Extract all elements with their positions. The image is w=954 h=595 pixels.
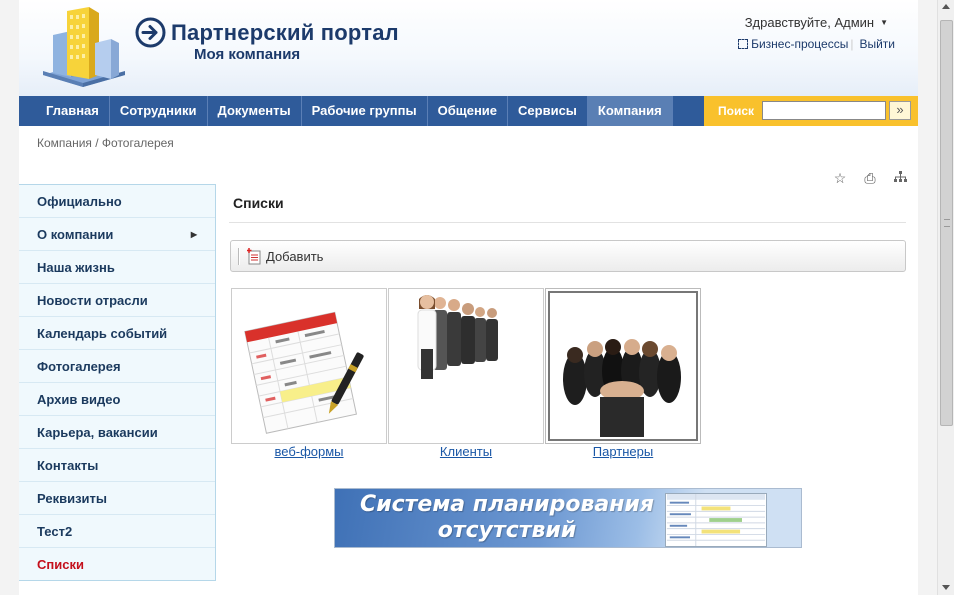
absence-planning-banner[interactable]: Система планирования отсутствий (334, 488, 802, 548)
nav-item-documents[interactable]: Документы (208, 96, 302, 126)
nav-menu: Главная Сотрудники Документы Рабочие гру… (36, 96, 673, 126)
gallery-caption-partners[interactable]: Партнеры (545, 444, 701, 459)
sidebar-item-label: Контакты (37, 458, 99, 473)
toolbar-grip (238, 248, 240, 265)
schedule-grid-graphic (665, 493, 767, 547)
gallery-item-partners[interactable] (545, 288, 701, 444)
partners-image (563, 339, 681, 437)
search-input[interactable] (762, 101, 886, 120)
page-tools: ☆ ⎙ (832, 170, 908, 187)
sidebar-item-test2[interactable]: Тест2 (19, 515, 215, 548)
scroll-up-icon[interactable] (942, 4, 950, 9)
search-button[interactable]: » (889, 101, 911, 120)
header: Партнерский портал Моя компания Здравств… (19, 0, 918, 96)
sidebar-item-label: О компании (37, 227, 114, 242)
portal-title: Партнерский портал (171, 20, 399, 45)
gallery-caption-clients[interactable]: Клиенты (388, 444, 544, 459)
nav-item-workgroups[interactable]: Рабочие группы (302, 96, 428, 126)
portal-logo[interactable] (39, 5, 127, 87)
star-icon[interactable]: ☆ (832, 170, 848, 187)
chevron-right-icon: ▶ (190, 230, 197, 239)
sidebar-item-industry-news[interactable]: Новости отрасли (19, 284, 215, 317)
sidebar-item-about[interactable]: О компании ▶ (19, 218, 215, 251)
scroll-down-icon[interactable] (942, 585, 950, 590)
user-menu[interactable]: Здравствуйте, Админ ▼ (745, 15, 888, 30)
sidebar-menu: Официально О компании ▶ Наша жизнь Новост… (19, 184, 216, 581)
scroll-thumb[interactable] (940, 20, 953, 426)
scroll-grip (944, 219, 950, 227)
sidebar-item-label: Тест2 (37, 524, 73, 539)
caret-down-icon: ▼ (880, 18, 888, 27)
sidebar-item-careers[interactable]: Карьера, вакансии (19, 416, 215, 449)
sidebar-item-label: Архив видео (37, 392, 121, 407)
nav-item-communication[interactable]: Общение (428, 96, 509, 126)
sidebar-item-video-archive[interactable]: Архив видео (19, 383, 215, 416)
search-label: Поиск (718, 104, 755, 118)
sidebar-item-lists[interactable]: Списки (19, 548, 215, 581)
gallery-item-clients[interactable] (388, 288, 544, 444)
vertical-scrollbar[interactable] (937, 0, 954, 595)
business-processes-link[interactable]: Бизнес-процессы (751, 37, 848, 51)
sidebar-item-label: Наша жизнь (37, 260, 115, 275)
sidebar-item-label: Фотогалерея (37, 359, 121, 374)
page: Партнерский портал Моя компания Здравств… (19, 0, 918, 595)
breadcrumb: Компания / Фотогалерея (37, 136, 174, 150)
nav-item-home[interactable]: Главная (36, 96, 110, 126)
sidebar-item-label: Новости отрасли (37, 293, 148, 308)
banner-line-1: Система планирования (360, 492, 654, 517)
greeting-text: Здравствуйте, Админ (744, 15, 875, 30)
page-title: Списки (233, 195, 284, 211)
nav-item-company[interactable]: Компания (587, 96, 673, 126)
selected-frame (548, 291, 698, 441)
sidebar-item-label: Календарь событий (37, 326, 168, 341)
sidebar-item-label: Официально (37, 194, 122, 209)
arrow-circle-icon (135, 17, 166, 48)
sitemap-icon[interactable] (892, 170, 908, 187)
gallery-item-webforms[interactable] (231, 288, 387, 444)
sidebar-item-label: Карьера, вакансии (37, 425, 158, 440)
banner-text: Система планирования отсутствий (357, 492, 657, 544)
add-document-icon (247, 248, 261, 265)
nav-item-services[interactable]: Сервисы (508, 96, 588, 126)
banner-line-2: отсутствий (437, 518, 577, 543)
sidebar-item-our-life[interactable]: Наша жизнь (19, 251, 215, 284)
logout-link[interactable]: Выйти (859, 37, 895, 51)
nav-item-employees[interactable]: Сотрудники (110, 96, 208, 126)
add-button-label: Добавить (266, 249, 324, 264)
clients-image (417, 295, 498, 379)
business-process-icon (738, 39, 749, 49)
search-box: Поиск » (704, 96, 918, 126)
link-divider: | (850, 37, 854, 51)
sidebar-item-label: Реквизиты (37, 491, 107, 506)
sidebar-item-contacts[interactable]: Контакты (19, 449, 215, 482)
header-links: Бизнес-процессы | Выйти (738, 37, 895, 51)
sidebar-item-photogallery[interactable]: Фотогалерея (19, 350, 215, 383)
sidebar-item-official[interactable]: Официально (19, 185, 215, 218)
sidebar-item-events-calendar[interactable]: Календарь событий (19, 317, 215, 350)
top-navigation: Главная Сотрудники Документы Рабочие гру… (19, 96, 918, 126)
sidebar-item-requisites[interactable]: Реквизиты (19, 482, 215, 515)
print-icon[interactable]: ⎙ (862, 170, 878, 187)
webforms-image (244, 311, 364, 434)
title-divider (229, 222, 906, 223)
sidebar-item-label: Списки (37, 557, 84, 572)
company-name: Моя компания (194, 46, 301, 63)
gallery-caption-webforms[interactable]: веб-формы (231, 444, 387, 459)
list-toolbar: Добавить (230, 240, 906, 272)
